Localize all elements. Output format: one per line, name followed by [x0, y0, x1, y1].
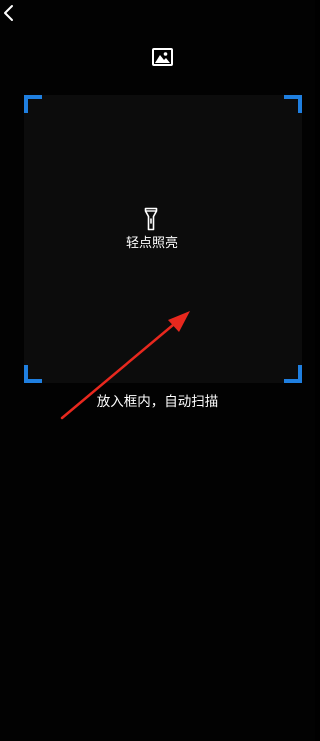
flashlight-icon	[144, 207, 158, 231]
scan-frame-corner-bottom-left	[24, 365, 42, 383]
image-gallery-icon	[151, 47, 174, 67]
chevron-left-icon	[0, 0, 22, 26]
scan-screen: 轻点照亮 放入框内，自动扫描	[0, 0, 315, 741]
torch-button[interactable]: 轻点照亮	[120, 207, 180, 255]
scan-frame-corner-top-left	[24, 95, 42, 113]
scan-frame-corner-top-right	[284, 95, 302, 113]
torch-label: 轻点照亮	[125, 236, 178, 251]
album-button[interactable]	[151, 47, 174, 67]
scan-hint-text: 放入框内，自动扫描	[96, 394, 219, 410]
back-button[interactable]	[0, 0, 22, 26]
scan-frame-corner-bottom-right	[284, 365, 302, 383]
